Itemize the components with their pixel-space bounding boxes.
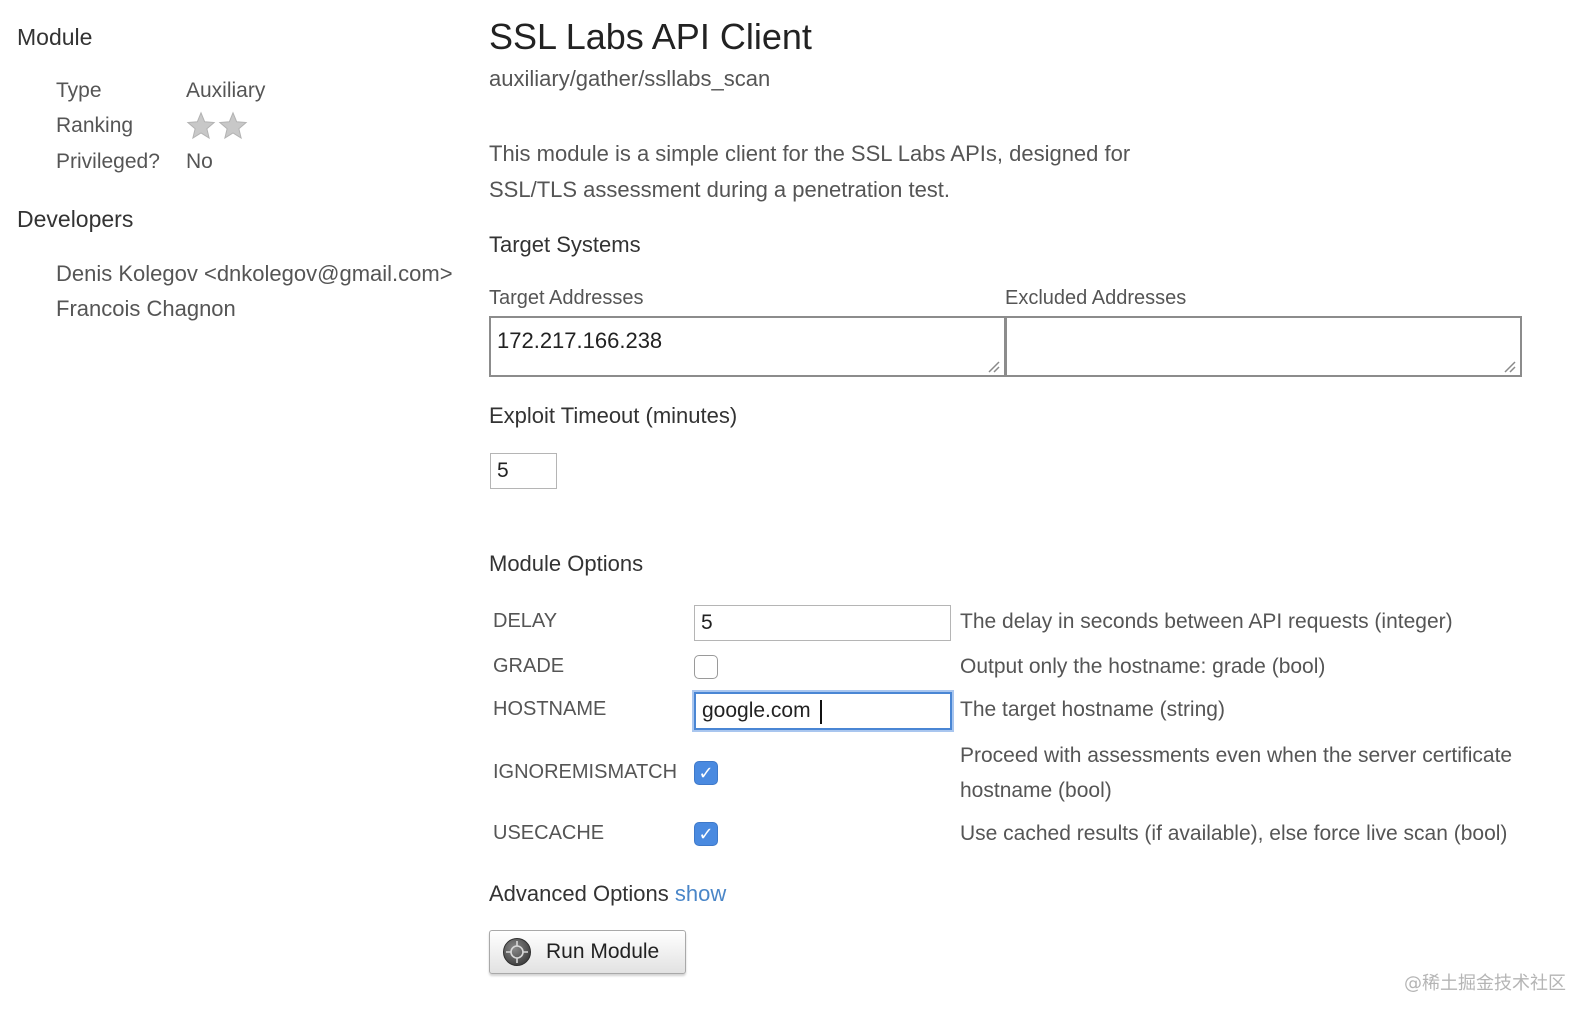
option-name-hostname: HOSTNAME <box>493 698 607 720</box>
run-module-icon <box>503 938 531 966</box>
excluded-addresses-input[interactable] <box>1005 316 1522 377</box>
option-description: Proceed with assessments even when the s… <box>960 738 1512 808</box>
usecache-checkbox[interactable]: ✓ <box>694 822 718 846</box>
module-description: This module is a simple client for the S… <box>489 141 1131 202</box>
developer-name: Francois Chagnon <box>56 296 236 321</box>
option-name-grade: GRADE <box>493 655 565 677</box>
developers-heading: Developers <box>17 206 134 232</box>
ranking-stars <box>186 111 248 141</box>
module-heading: Module <box>17 24 93 50</box>
run-module-label: Run Module <box>546 940 660 963</box>
option-description-line: Proceed with assessments even when the s… <box>960 744 1513 767</box>
option-description: The delay in seconds between API request… <box>960 610 1453 633</box>
target-addresses-input[interactable]: 172.217.166.238 <box>489 316 1006 377</box>
resize-grip-icon[interactable] <box>1502 359 1516 373</box>
exploit-timeout-heading: Exploit Timeout (minutes) <box>489 403 738 428</box>
option-description: The target hostname (string) <box>960 698 1225 721</box>
delay-input[interactable] <box>694 605 951 641</box>
option-description-line: hostname (bool) <box>960 779 1112 802</box>
watermark: @稀土掘金技术社区 <box>1404 973 1566 994</box>
page-title: SSL Labs API Client <box>489 16 812 57</box>
developer-name: Denis Kolegov <dnkolegov@gmail.com> <box>56 261 453 286</box>
option-name-delay: DELAY <box>493 610 558 632</box>
star-icon <box>218 111 248 140</box>
privileged-value: No <box>186 150 213 173</box>
type-label: Type <box>56 79 102 102</box>
option-description: Use cached results (if available), else … <box>960 822 1508 845</box>
hostname-input[interactable] <box>694 692 952 730</box>
ignoremismatch-checkbox[interactable]: ✓ <box>694 761 718 785</box>
star-icon <box>186 111 216 140</box>
exploit-timeout-input[interactable] <box>490 453 557 489</box>
checkmark-icon: ✓ <box>698 824 714 844</box>
advanced-options-heading: Advanced Options show <box>489 881 726 907</box>
run-module-button[interactable]: Run Module <box>489 930 686 974</box>
type-value: Auxiliary <box>186 79 266 102</box>
ranking-label: Ranking <box>56 114 134 137</box>
target-addresses-label: Target Addresses <box>489 287 644 309</box>
grade-checkbox[interactable] <box>694 655 718 679</box>
privileged-label: Privileged? <box>56 150 160 173</box>
module-path: auxiliary/gather/ssllabs_scan <box>489 66 771 91</box>
option-description: Output only the hostname: grade (bool) <box>960 655 1326 678</box>
resize-grip-icon[interactable] <box>986 359 1000 373</box>
checkmark-icon: ✓ <box>698 763 714 783</box>
option-name-usecache: USECACHE <box>493 822 605 844</box>
target-systems-heading: Target Systems <box>489 232 641 257</box>
option-name-ignoremismatch: IGNOREMISMATCH <box>493 761 678 783</box>
excluded-addresses-label: Excluded Addresses <box>1005 287 1187 309</box>
advanced-options-label: Advanced Options <box>489 881 669 906</box>
advanced-options-show-link[interactable]: show <box>675 881 726 906</box>
module-options-heading: Module Options <box>489 551 644 576</box>
text-cursor <box>820 700 822 724</box>
